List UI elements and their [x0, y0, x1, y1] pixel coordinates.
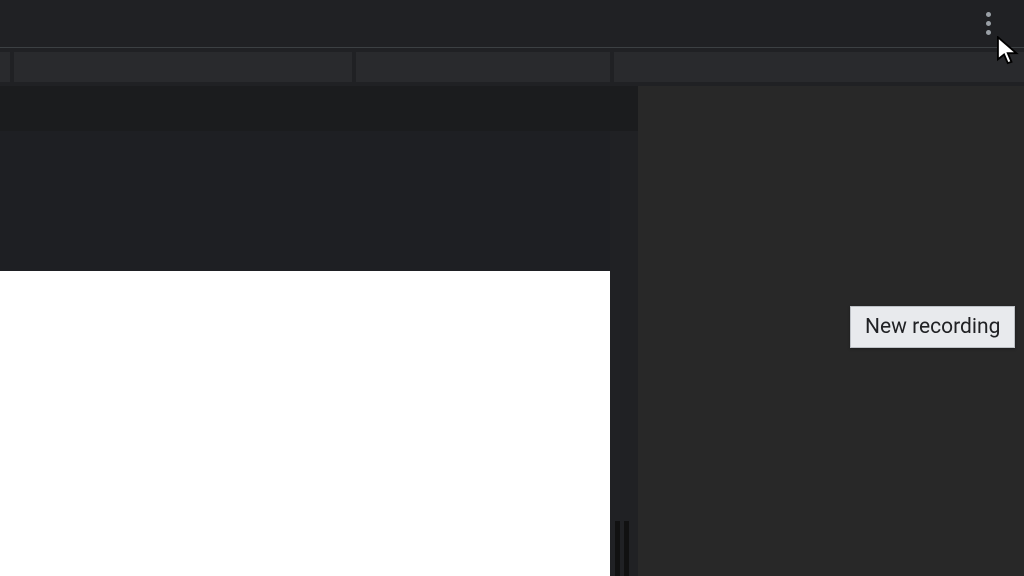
- toolbar-segment[interactable]: [614, 52, 1024, 82]
- resize-grip-bar: [615, 521, 620, 576]
- more-options-button[interactable]: [976, 12, 1000, 36]
- new-recording-tooltip: New recording: [850, 306, 1015, 348]
- resize-grip-bar: [624, 521, 629, 576]
- tooltip-label: New recording: [865, 315, 1000, 339]
- kebab-dot: [986, 12, 991, 17]
- toolbar-segment[interactable]: [14, 52, 352, 82]
- page-header-region: [0, 131, 610, 271]
- toolbar-segment[interactable]: [356, 52, 610, 82]
- page-article-region: reenshot! en Developer ac). You es" and …: [0, 271, 610, 576]
- article-body-text: reenshot! en Developer ac). You es" and …: [0, 271, 480, 576]
- toolbar-segment[interactable]: [0, 52, 10, 82]
- page-viewport-pane: reenshot! en Developer ac). You es" and …: [0, 86, 638, 576]
- kebab-dot: [986, 30, 991, 35]
- pane-resize-handle[interactable]: [615, 516, 633, 576]
- viewport-scrollbar-track[interactable]: [610, 131, 638, 576]
- kebab-dot: [986, 21, 991, 26]
- devtools-top-bar: [0, 0, 1024, 48]
- devtools-toolbar: [0, 48, 1024, 86]
